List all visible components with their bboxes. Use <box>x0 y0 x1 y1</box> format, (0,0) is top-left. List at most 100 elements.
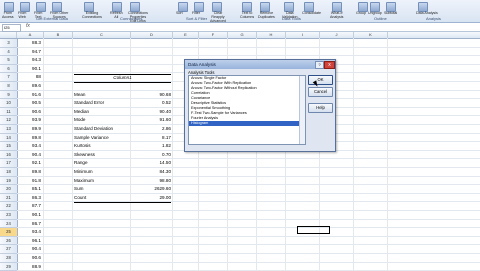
row-header[interactable]: 6 <box>0 64 18 74</box>
data-cell[interactable]: 90.5 <box>17 99 41 108</box>
row-header[interactable]: 14 <box>0 133 18 143</box>
data-cell[interactable]: 94.7 <box>17 48 41 57</box>
data-cell[interactable]: 94.3 <box>17 56 41 65</box>
list-scrollbar[interactable] <box>299 76 305 144</box>
row-header[interactable]: 24 <box>0 219 18 229</box>
row-header[interactable]: 10 <box>0 99 18 108</box>
row-header[interactable]: 7 <box>0 73 18 82</box>
select-all-corner[interactable] <box>0 32 17 38</box>
column-header[interactable]: E <box>173 32 199 38</box>
stat-label[interactable]: Standard Error <box>74 99 104 108</box>
stat-value[interactable]: 84.30 <box>131 168 172 177</box>
help-icon[interactable]: ? <box>315 61 324 69</box>
ribbon-button-label[interactable]: Subtotal <box>384 11 397 15</box>
data-cell[interactable]: 89.6 <box>17 82 41 91</box>
stat-label[interactable]: Kurtosis <box>74 142 91 151</box>
row-header[interactable]: 15 <box>0 142 18 151</box>
data-cell[interactable]: 90.4 <box>17 245 41 254</box>
row-header[interactable]: 17 <box>0 159 18 168</box>
cancel-button[interactable]: Cancel <box>308 87 333 97</box>
stat-value[interactable]: 1.82 <box>131 142 171 151</box>
stat-value[interactable]: 2.86 <box>131 125 171 134</box>
data-cell[interactable]: 87.7 <box>17 202 41 211</box>
row-header[interactable]: 3 <box>0 39 18 48</box>
stat-label[interactable]: Range <box>74 159 88 168</box>
ribbon-button-label[interactable]: Consolidate <box>302 11 321 15</box>
stat-label[interactable]: Mode <box>74 116 86 125</box>
stat-label[interactable]: Sample Variance <box>74 134 109 143</box>
data-cell[interactable]: 93.4 <box>17 228 41 237</box>
data-cell[interactable]: 90.4 <box>17 151 41 160</box>
row-header[interactable]: 19 <box>0 176 18 186</box>
ribbon-button-label[interactable]: Group <box>356 11 366 15</box>
data-cell[interactable]: 88 <box>17 73 41 82</box>
stat-value[interactable]: 98.80 <box>131 177 172 186</box>
ribbon-button-label[interactable]: Sort <box>176 11 183 15</box>
analysis-tools-list[interactable]: Anova: Single Factor Anova: Two-Factor Wi… <box>188 75 306 145</box>
data-cell[interactable]: 90.6 <box>17 254 41 263</box>
row-header[interactable]: 21 <box>0 193 18 203</box>
help-button[interactable]: Help <box>308 103 333 113</box>
column-header[interactable]: H <box>257 32 286 38</box>
column-header[interactable]: B <box>44 32 73 38</box>
fx-icon[interactable]: fx <box>26 23 30 29</box>
column-header[interactable]: J <box>320 32 354 38</box>
stat-value[interactable]: 91.60 <box>131 116 172 125</box>
data-cell[interactable]: 90.1 <box>17 211 41 220</box>
row-header[interactable]: 27 <box>0 245 18 254</box>
row-header[interactable]: 11 <box>0 107 18 117</box>
column-header[interactable]: I <box>286 32 320 38</box>
ribbon-button-label[interactable]: Text to Columns <box>240 11 254 19</box>
ribbon-button-label[interactable]: Filter <box>192 11 200 15</box>
stat-label[interactable]: Minimum <box>74 168 93 177</box>
stat-value[interactable]: 0.52 <box>131 99 171 108</box>
ribbon-button-label[interactable]: Ungroup <box>368 11 382 15</box>
ribbon-button-label[interactable]: From Access <box>2 11 14 19</box>
row-header[interactable]: 4 <box>0 47 18 57</box>
active-cell[interactable] <box>297 226 330 234</box>
data-cell[interactable]: 89.8 <box>17 134 41 143</box>
column-header[interactable]: A <box>17 32 44 38</box>
data-cell[interactable]: 89.9 <box>17 125 41 134</box>
analysis-tool-item[interactable]: Histogram <box>189 121 305 126</box>
data-cell[interactable]: 88.3 <box>17 39 41 48</box>
stat-label[interactable]: Maximum <box>74 177 94 186</box>
row-header[interactable]: 8 <box>0 82 18 91</box>
row-header[interactable]: 25 <box>0 228 18 237</box>
stat-label[interactable]: Count <box>74 194 86 203</box>
row-header[interactable]: 20 <box>0 185 18 194</box>
stat-value[interactable]: 8.17 <box>131 134 171 143</box>
ribbon-button-label[interactable]: What-If Analysis <box>330 11 343 19</box>
stats-header[interactable]: Column1 <box>74 74 171 83</box>
data-cell[interactable]: 91.8 <box>17 177 41 186</box>
column-header[interactable]: K <box>354 32 388 38</box>
row-header[interactable]: 23 <box>0 211 18 220</box>
row-header[interactable]: 12 <box>0 116 18 125</box>
stat-label[interactable]: Mean <box>74 91 86 100</box>
data-cell[interactable]: 86.7 <box>17 220 41 229</box>
row-header[interactable]: 18 <box>0 168 18 177</box>
column-header[interactable]: G <box>228 32 257 38</box>
row-header[interactable]: 9 <box>0 90 18 100</box>
stat-value[interactable]: 90.40 <box>131 108 172 117</box>
ribbon-button-label[interactable]: Remove Duplicates <box>258 11 275 19</box>
data-cell[interactable]: 96.1 <box>17 237 41 246</box>
stat-value[interactable]: 90.68 <box>131 91 172 100</box>
row-header[interactable]: 13 <box>0 125 18 134</box>
name-box[interactable]: I25 <box>2 24 21 32</box>
row-header[interactable]: 16 <box>0 150 18 160</box>
stat-value[interactable]: 29.00 <box>131 194 172 203</box>
row-header[interactable]: 26 <box>0 236 18 246</box>
data-cell[interactable]: 85.1 <box>17 185 41 194</box>
column-header[interactable]: C <box>73 32 131 38</box>
data-cell[interactable]: 93.4 <box>17 142 41 151</box>
stat-value[interactable]: 2629.60 <box>131 185 171 194</box>
stat-value[interactable]: 0.70 <box>131 151 171 160</box>
stat-label[interactable]: Median <box>74 108 89 117</box>
ribbon-button-label[interactable]: From Web <box>18 11 26 19</box>
row-header[interactable]: 28 <box>0 254 18 263</box>
close-icon[interactable]: x <box>324 61 335 69</box>
data-cell[interactable]: 86.3 <box>17 194 41 203</box>
row-header[interactable]: 22 <box>0 202 18 211</box>
ribbon-button-label[interactable]: Clear Reapply Advanced <box>210 11 226 23</box>
